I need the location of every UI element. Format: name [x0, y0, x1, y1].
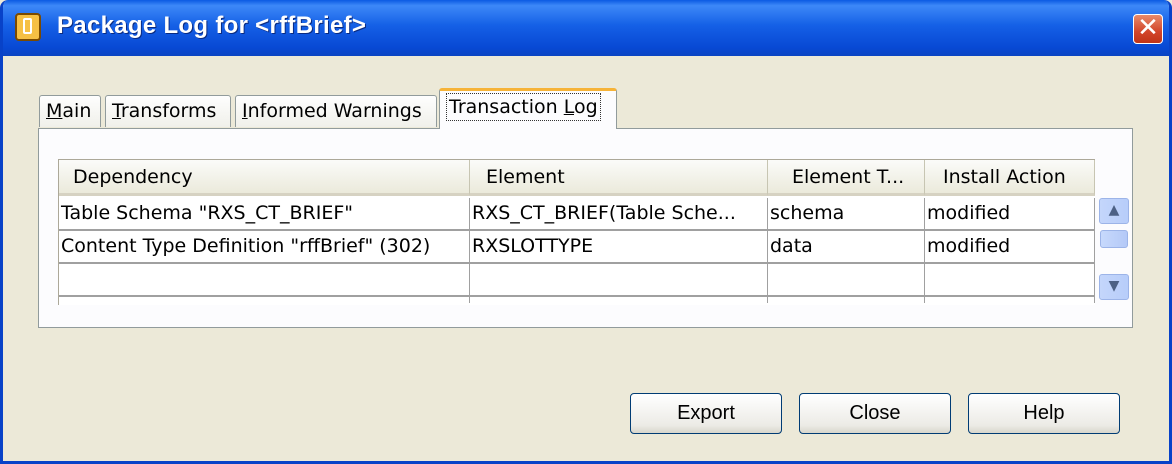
cell-dependency — [59, 264, 470, 295]
help-button[interactable]: Help — [968, 393, 1120, 434]
package-log-icon — [15, 13, 41, 41]
scroll-up-button[interactable]: ▲ — [1099, 198, 1129, 224]
tab-transaction-log-label-end: og — [574, 96, 598, 118]
cell-install-action: modified — [925, 198, 1095, 229]
scroll-down-button[interactable]: ▼ — [1099, 274, 1129, 300]
column-header-element[interactable]: Element — [470, 160, 768, 196]
column-header-element-type[interactable]: Element T... — [768, 160, 925, 196]
scroll-up-arrow-icon: ▲ — [1108, 202, 1120, 218]
package-log-dialog: Package Log for <rffBrief> ✕ Main Transf… — [0, 0, 1172, 464]
scroll-down-arrow-icon: ▼ — [1108, 278, 1120, 294]
vertical-scrollbar[interactable]: ▲ ▼ — [1099, 198, 1129, 306]
cell-element — [470, 297, 768, 303]
cell-element-type — [768, 264, 925, 295]
table-row[interactable] — [59, 264, 1095, 297]
tab-transforms-label: ransforms — [120, 100, 217, 122]
cell-dependency: Table Schema "RXS_CT_BRIEF" — [59, 198, 470, 229]
table-row[interactable] — [59, 297, 1095, 303]
cell-install-action — [925, 297, 1095, 303]
tab-main-mnemonic: M — [46, 100, 63, 122]
tab-transaction-log-mnemonic: L — [563, 96, 574, 118]
cell-element: RXSLOTTYPE — [470, 231, 768, 262]
cell-element-type: data — [768, 231, 925, 262]
title-bar[interactable]: Package Log for <rffBrief> ✕ — [3, 0, 1169, 56]
cell-dependency — [59, 297, 470, 303]
tab-informed-warnings-label: nformed Warnings — [247, 100, 422, 122]
tab-transaction-log[interactable]: Transaction Log — [439, 88, 617, 129]
tab-transaction-log-label: Transaction — [449, 96, 564, 118]
cell-element-type — [768, 297, 925, 303]
tab-transforms-mnemonic: T — [112, 100, 121, 122]
table-row[interactable]: Content Type Definition "rffBrief" (302)… — [59, 231, 1095, 264]
column-header-dependency[interactable]: Dependency — [59, 160, 470, 196]
cell-element: RXS_CT_BRIEF(Table Sche... — [470, 198, 768, 229]
close-icon: ✕ — [1137, 13, 1159, 43]
cell-dependency: Content Type Definition "rffBrief" (302) — [59, 231, 470, 262]
export-button[interactable]: Export — [630, 393, 782, 434]
close-window-button[interactable]: ✕ — [1133, 14, 1163, 44]
scroll-thumb[interactable] — [1100, 230, 1128, 248]
window-title: Package Log for <rffBrief> — [57, 12, 367, 39]
transaction-log-table: Dependency Element Element T... Install … — [58, 159, 1095, 305]
tab-informed-warnings[interactable]: Informed Warnings — [235, 95, 437, 127]
cell-install-action — [925, 264, 1095, 295]
column-header-install-action[interactable]: Install Action — [925, 160, 1095, 196]
cell-element — [470, 264, 768, 295]
tab-main-label: ain — [62, 100, 92, 122]
close-button[interactable]: Close — [799, 393, 951, 434]
table-row[interactable]: Table Schema "RXS_CT_BRIEF" RXS_CT_BRIEF… — [59, 198, 1095, 231]
tab-transforms[interactable]: Transforms — [105, 95, 231, 127]
cell-element-type: schema — [768, 198, 925, 229]
cell-install-action: modified — [925, 231, 1095, 262]
tab-main[interactable]: Main — [39, 95, 101, 127]
